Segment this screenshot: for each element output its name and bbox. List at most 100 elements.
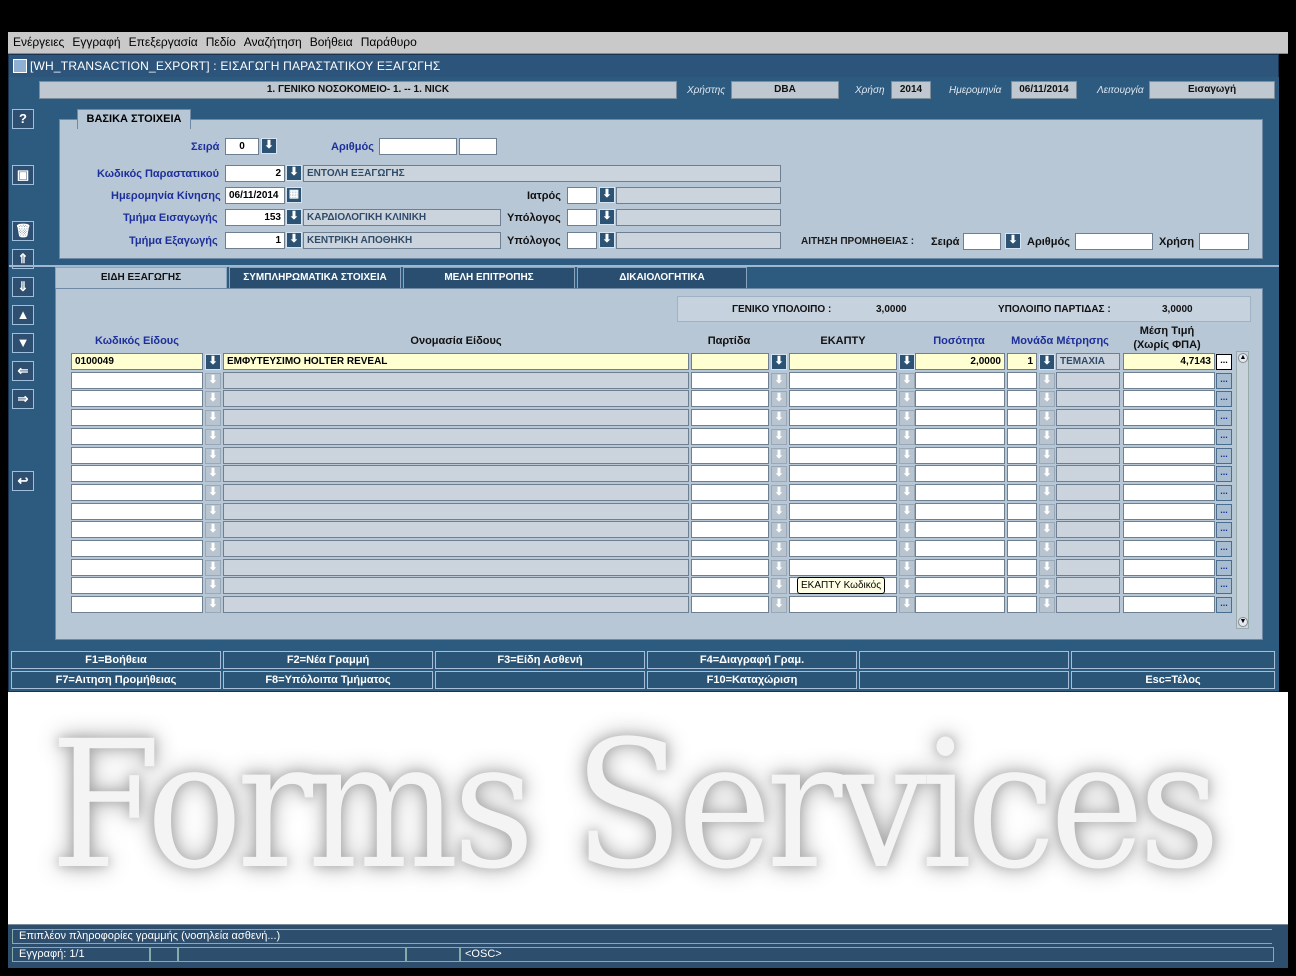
cell-qty[interactable] (915, 390, 1005, 408)
cell-code[interactable] (71, 427, 203, 445)
tab-export-items[interactable]: ΕΙΔΗ ΕΞΑΓΩΓΗΣ (55, 267, 227, 289)
cell-unit-code[interactable] (1007, 409, 1037, 427)
tab-committee[interactable]: ΜΕΛΗ ΕΠΙΤΡΟΠΗΣ (403, 267, 575, 289)
cell-price[interactable] (1123, 521, 1215, 539)
next-record-icon[interactable]: ▼ (12, 333, 34, 353)
batch-lov-icon[interactable]: ⬇ (771, 372, 787, 389)
tab-supplementary[interactable]: ΣΥΜΠΛΗΡΩΜΑΤΙΚΑ ΣΤΟΙΧΕΙΑ (229, 267, 401, 289)
f3-patient-items-button[interactable]: F3=Είδη Ασθενή (435, 651, 645, 669)
code-lov-icon[interactable]: ⬇ (205, 410, 221, 427)
cell-unit-code[interactable] (1007, 483, 1037, 501)
cell-qty[interactable] (915, 577, 1005, 595)
cell-batch[interactable] (691, 390, 769, 408)
resp2-lov-icon[interactable]: ⬇ (599, 232, 615, 248)
cell-unit-code[interactable]: 1 (1007, 353, 1037, 370)
cell-ekapty[interactable] (789, 446, 897, 464)
cell-qty[interactable] (915, 540, 1005, 557)
row-details-icon[interactable]: ... (1216, 372, 1232, 389)
code-lov-icon[interactable]: ⬇ (205, 372, 221, 389)
cell-price[interactable] (1123, 465, 1215, 483)
row-details-icon[interactable]: ... (1216, 447, 1232, 464)
code-lov-icon[interactable]: ⬇ (205, 541, 221, 557)
cell-code[interactable] (71, 483, 203, 501)
ekapty-lov-icon[interactable]: ⬇ (899, 466, 915, 483)
cell-code[interactable] (71, 371, 203, 389)
scroll-up-icon[interactable]: ▲ (1238, 353, 1248, 363)
row-details-icon[interactable]: ... (1216, 354, 1232, 370)
row-details-icon[interactable]: ... (1216, 410, 1232, 427)
cell-code[interactable] (71, 521, 203, 539)
batch-lov-icon[interactable]: ⬇ (771, 503, 787, 520)
cell-price[interactable] (1123, 558, 1215, 576)
cell-batch[interactable] (691, 577, 769, 595)
cell-ekapty[interactable] (789, 353, 897, 370)
cell-code[interactable] (71, 558, 203, 576)
cell-unit-code[interactable] (1007, 371, 1037, 389)
ekapty-lov-icon[interactable]: ⬇ (899, 354, 915, 370)
batch-lov-icon[interactable]: ⬇ (771, 428, 787, 445)
cell-price[interactable] (1123, 390, 1215, 408)
row-details-icon[interactable]: ... (1216, 466, 1232, 483)
save-icon[interactable]: ▣ (12, 165, 34, 185)
seira-field[interactable]: 0 (225, 138, 259, 155)
cell-unit-code[interactable] (1007, 446, 1037, 464)
row-details-icon[interactable]: ... (1216, 484, 1232, 501)
ekapty-lov-icon[interactable]: ⬇ (899, 559, 915, 576)
batch-lov-icon[interactable]: ⬇ (771, 597, 787, 614)
code-lov-icon[interactable]: ⬇ (205, 428, 221, 445)
cell-code[interactable] (71, 502, 203, 520)
ekapty-lov-icon[interactable]: ⬇ (899, 372, 915, 389)
ekapty-lov-icon[interactable]: ⬇ (899, 578, 915, 595)
cell-price[interactable] (1123, 483, 1215, 501)
unit-code-lov-icon[interactable]: ⬇ (1039, 503, 1055, 520)
cell-batch[interactable] (691, 427, 769, 445)
cell-ekapty[interactable] (789, 371, 897, 389)
cell-unit-code[interactable] (1007, 390, 1037, 408)
doc-code-field[interactable]: 2 (225, 165, 285, 182)
batch-lov-icon[interactable]: ⬇ (771, 410, 787, 427)
cell-batch[interactable] (691, 540, 769, 557)
cell-price[interactable] (1123, 371, 1215, 389)
cell-ekapty[interactable] (789, 483, 897, 501)
cell-ekapty[interactable] (789, 465, 897, 483)
batch-lov-icon[interactable]: ⬇ (771, 391, 787, 408)
ekapty-lov-icon[interactable]: ⬇ (899, 428, 915, 445)
cell-price[interactable] (1123, 577, 1215, 595)
dept-out-code-field[interactable]: 1 (225, 232, 285, 249)
cell-qty[interactable] (915, 521, 1005, 539)
ekapty-lov-icon[interactable]: ⬇ (899, 484, 915, 501)
unit-code-lov-icon[interactable]: ⬇ (1039, 372, 1055, 389)
next-block-icon[interactable]: ⇒ (12, 389, 34, 409)
code-lov-icon[interactable]: ⬇ (205, 559, 221, 576)
exit-icon[interactable]: ↩ (12, 471, 34, 491)
cell-ekapty[interactable] (789, 521, 897, 539)
doc-code-lov-icon[interactable]: ⬇ (286, 165, 302, 181)
cell-code[interactable] (71, 540, 203, 557)
batch-lov-icon[interactable]: ⬇ (771, 559, 787, 576)
req-xrisi-field[interactable] (1199, 233, 1249, 250)
cell-price[interactable] (1123, 502, 1215, 520)
calendar-icon[interactable]: ▦ (286, 187, 302, 203)
cell-unit-code[interactable] (1007, 577, 1037, 595)
tab-documents[interactable]: ΔΙΚΑΙΟΛΟΓΗΤΙΚΑ (577, 267, 747, 289)
unit-code-lov-icon[interactable]: ⬇ (1039, 410, 1055, 427)
cell-batch[interactable] (691, 446, 769, 464)
row-details-icon[interactable]: ... (1216, 522, 1232, 539)
batch-lov-icon[interactable]: ⬇ (771, 447, 787, 464)
row-details-icon[interactable]: ... (1216, 597, 1232, 614)
cell-batch[interactable] (691, 502, 769, 520)
unit-code-lov-icon[interactable]: ⬇ (1039, 522, 1055, 539)
ekapty-lov-icon[interactable]: ⬇ (899, 522, 915, 539)
cell-code[interactable] (71, 390, 203, 408)
batch-lov-icon[interactable]: ⬇ (771, 522, 787, 539)
row-details-icon[interactable]: ... (1216, 391, 1232, 408)
cell-price[interactable] (1123, 409, 1215, 427)
cell-code[interactable] (71, 446, 203, 464)
batch-lov-icon[interactable]: ⬇ (771, 354, 787, 370)
cell-code[interactable] (71, 409, 203, 427)
cell-batch[interactable] (691, 465, 769, 483)
cell-unit-code[interactable] (1007, 596, 1037, 614)
cell-code[interactable]: 0100049 (71, 353, 203, 370)
batch-lov-icon[interactable]: ⬇ (771, 578, 787, 595)
cell-price[interactable] (1123, 596, 1215, 614)
